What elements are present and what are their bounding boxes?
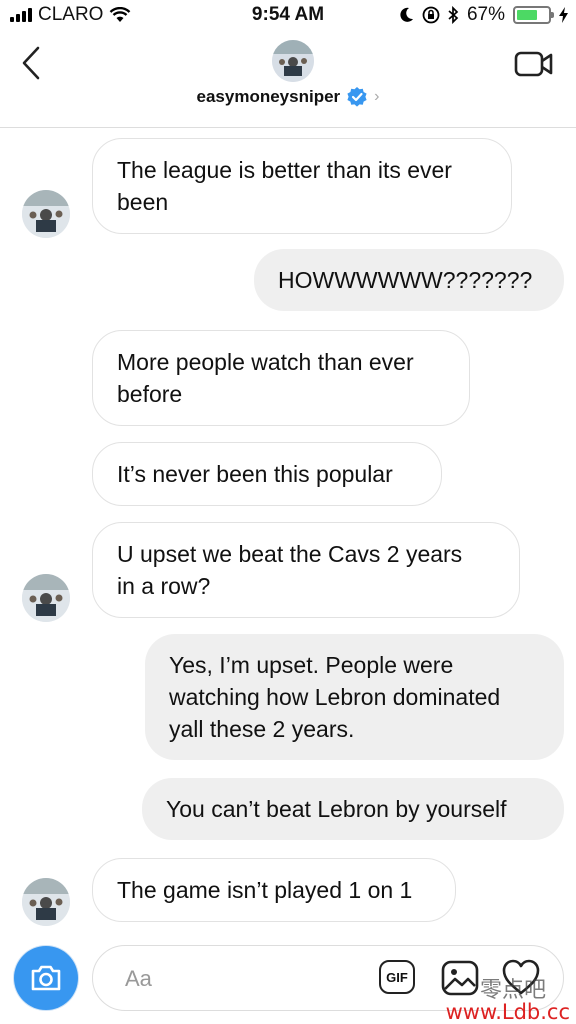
message-line: Yes, I’m upset. People were: [169, 652, 454, 678]
message-bubble-sent[interactable]: Yes, I’m upset. People were watching how…: [145, 634, 564, 760]
camera-icon: [31, 965, 61, 991]
message-bubble-received[interactable]: The league is better than its ever been: [92, 138, 512, 234]
message-line: U upset we beat the Cavs 2 years: [117, 541, 463, 567]
message-bubble-received[interactable]: U upset we beat the Cavs 2 years in a ro…: [92, 522, 520, 618]
avatar-image: [272, 40, 314, 82]
gallery-button[interactable]: [441, 960, 479, 996]
gif-button[interactable]: GIF: [379, 960, 415, 994]
message-line: The league is better than its ever: [117, 157, 452, 183]
message-bubble-sent[interactable]: HOWWWWWW???????: [254, 249, 564, 311]
message-bubble-received[interactable]: The game isn’t played 1 on 1: [92, 858, 456, 922]
bluetooth-icon: [448, 6, 459, 24]
message-line: before: [117, 381, 183, 407]
chat-header: easymoneysniper ›: [0, 32, 576, 128]
battery-percent: 67%: [466, 4, 505, 25]
message-avatar[interactable]: [22, 574, 70, 622]
moon-icon: [400, 7, 413, 22]
avatar-image: [22, 878, 70, 926]
message-line: been: [117, 189, 169, 215]
video-call-button[interactable]: [514, 48, 554, 80]
username[interactable]: easymoneysniper: [197, 87, 341, 107]
message-avatar[interactable]: [22, 190, 70, 238]
watermark-url: www.Ldb.cc: [445, 1000, 570, 1024]
charging-icon: [559, 7, 568, 23]
message-bubble-sent[interactable]: You can’t beat Lebron by yourself: [142, 778, 564, 840]
message-line: More people watch than ever: [117, 349, 414, 375]
battery-icon: [513, 6, 554, 24]
message-input[interactable]: Aa: [125, 966, 152, 992]
message-line: HOWWWWWW???????: [278, 267, 533, 293]
status-right: 67%: [400, 4, 568, 26]
message-line: in a row?: [117, 573, 211, 599]
status-bar: CLARO 9:54 AM 67%: [0, 0, 576, 32]
message-avatar[interactable]: [22, 878, 70, 926]
avatar-image: [22, 574, 70, 622]
chevron-right-icon: ›: [374, 88, 380, 105]
back-button[interactable]: [16, 42, 56, 82]
message-bubble-received[interactable]: More people watch than ever before: [92, 330, 470, 426]
message-line: You can’t beat Lebron by yourself: [166, 796, 507, 822]
message-bubble-received[interactable]: It’s never been this popular: [92, 442, 442, 506]
header-name-row[interactable]: easymoneysniper ›: [0, 86, 576, 108]
message-line: watching how Lebron dominated: [169, 684, 501, 710]
verified-badge-icon: [347, 87, 367, 107]
header-avatar[interactable]: [272, 40, 314, 82]
message-line: The game isn’t played 1 on 1: [117, 877, 413, 903]
message-line: It’s never been this popular: [117, 461, 393, 487]
rotation-lock-icon: [422, 6, 440, 24]
camera-button[interactable]: [14, 946, 78, 1010]
message-line: yall these 2 years.: [169, 716, 355, 742]
avatar-image: [22, 190, 70, 238]
